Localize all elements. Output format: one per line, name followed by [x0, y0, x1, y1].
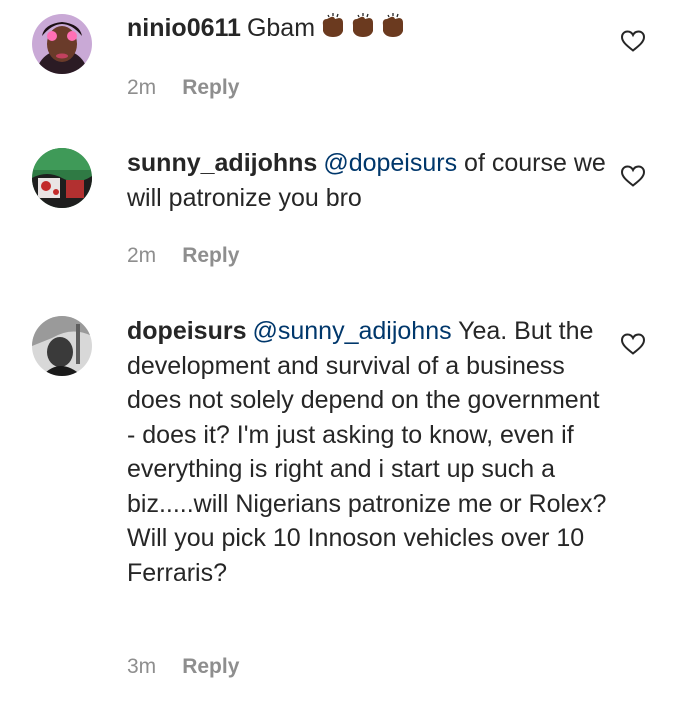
avatar[interactable] [32, 316, 92, 376]
clapping-hands-icon [322, 13, 344, 37]
comment-username[interactable]: dopeisurs [127, 317, 246, 345]
comment-timestamp: 2m [127, 76, 157, 99]
comment-timestamp: 2m [127, 244, 157, 267]
comment-text: dopeisurs @sunny_adijohns Yea. But the de… [127, 314, 607, 590]
avatar[interactable] [32, 14, 92, 74]
comment-body: Yea. But the development and survival of… [127, 317, 607, 587]
reply-button[interactable]: Reply [182, 244, 239, 268]
reply-button[interactable]: Reply [182, 655, 239, 679]
comment-text: ninio0611 Gbam [127, 11, 607, 46]
comment-body: Gbam [246, 14, 316, 42]
heart-outline-icon[interactable] [620, 164, 646, 188]
clapping-hands-emoji [319, 13, 407, 39]
mention-link[interactable]: @sunny_adijohns [252, 317, 451, 345]
reply-button[interactable]: Reply [182, 76, 239, 100]
comment-text: sunny_adijohns @dopeisurs of course we wi… [127, 146, 607, 215]
clapping-hands-icon [352, 13, 374, 37]
comment-username[interactable]: sunny_adijohns [127, 149, 317, 177]
heart-outline-icon[interactable] [620, 332, 646, 356]
clapping-hands-icon [382, 13, 404, 37]
comment-meta: 2m Reply [127, 244, 239, 268]
heart-outline-icon[interactable] [620, 29, 646, 53]
avatar[interactable] [32, 148, 92, 208]
comment-timestamp: 3m [127, 655, 157, 678]
mention-link[interactable]: @dopeisurs [323, 149, 457, 177]
comment-username[interactable]: ninio0611 [127, 14, 241, 42]
comment-meta: 2m Reply [127, 76, 239, 100]
comment-meta: 3m Reply [127, 655, 239, 679]
